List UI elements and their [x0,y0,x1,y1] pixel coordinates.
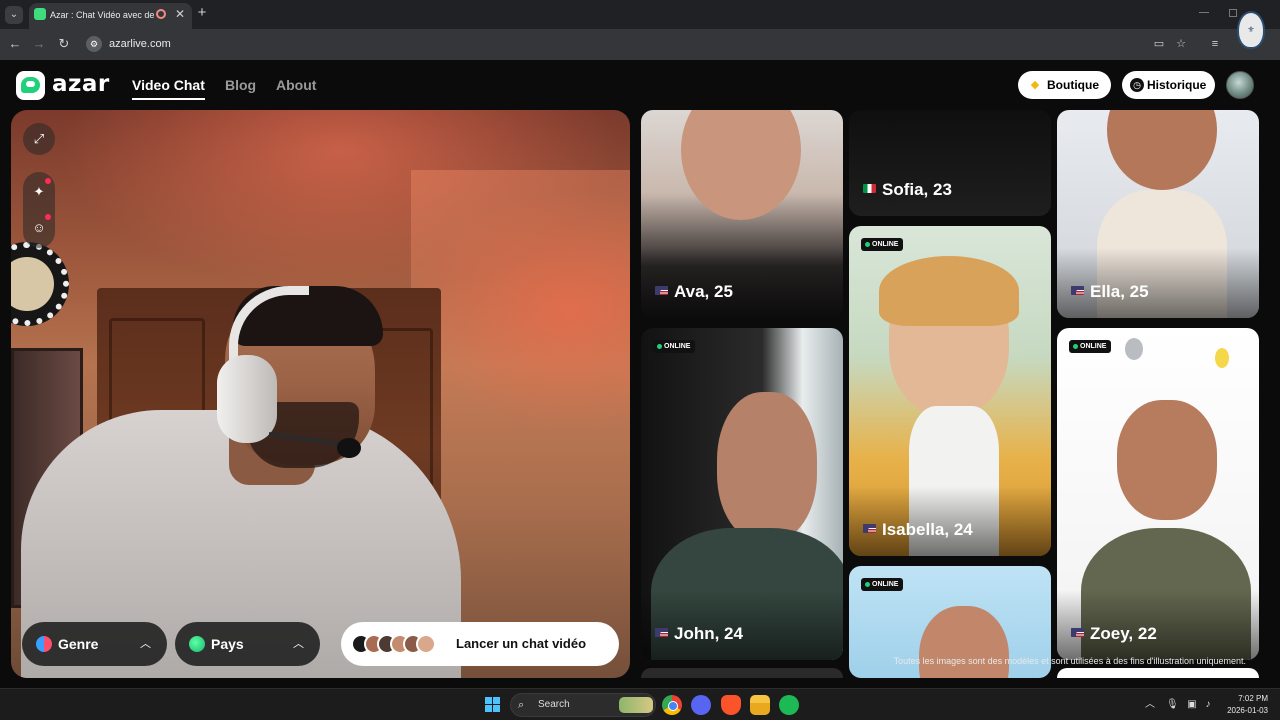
logo-text[interactable]: azar [52,69,110,99]
gender-icon [36,636,52,652]
historique-button[interactable]: ◷ Historique [1122,71,1215,99]
online-badge: ONLINE [653,340,696,353]
flag-us-icon [655,286,668,295]
profile-card-ava[interactable]: Ava, 25 [641,110,843,318]
search-highlight-art [619,697,653,713]
diamond-icon: ◆ [1030,79,1040,91]
chevron-up-icon: ︿ [293,638,304,650]
profile-card-isabella[interactable]: ONLINE Isabella, 24 [849,226,1051,556]
site-info-icon[interactable]: ⚙ [86,36,102,52]
profile-card-partial[interactable] [1057,668,1259,678]
tab-title: Azar : Chat Vidéo avec de n [50,10,154,20]
effects-notification-dot [45,178,51,184]
microphone-icon[interactable]: 🎙 [1166,697,1179,713]
reading-list-icon[interactable]: ≡ [1208,37,1222,51]
browser-tabstrip: ⌄ Azar : Chat Vidéo avec de n ✕ + [0,0,1280,29]
back-arrow-icon[interactable]: ← [6,35,24,53]
azar-logo-icon[interactable] [16,71,45,100]
boutique-label: Boutique [1047,78,1099,92]
chevron-up-icon: ︿ [140,638,151,650]
file-explorer-icon[interactable] [750,695,770,715]
profile-grid: Ava, 25 ONLINE John, 24 Sofia, 23 ONLINE… [640,110,1260,678]
effects-toolbar: ✦ ☺ [23,172,55,248]
avatar-stack [351,634,441,654]
spotify-icon[interactable] [779,695,799,715]
tab-search-icon[interactable]: ⌄ [5,6,23,24]
profile-name: Ella, 25 [1071,282,1149,302]
profile-crest-icon[interactable]: ⚜ [1237,11,1265,49]
tab-close-icon[interactable]: ✕ [173,6,187,22]
user-avatar[interactable] [1226,71,1254,99]
taskbar-date[interactable]: 2026-01-03 [1216,705,1268,716]
nav-about[interactable]: About [276,74,316,96]
online-badge: ONLINE [861,238,904,251]
omnibox[interactable]: ⚙ azarlive.com [80,33,1200,55]
window-minimize-icon[interactable] [1199,12,1209,22]
bookmark-star-icon[interactable]: ☆ [1174,37,1188,51]
volume-icon[interactable]: ♪ [1202,697,1214,713]
genre-label: Genre [58,636,99,652]
azar-favicon-icon [34,8,46,20]
windows-start-icon[interactable] [485,697,501,713]
url-text[interactable]: azarlive.com [109,36,171,52]
forward-arrow-icon[interactable]: → [30,35,48,53]
profile-name: Sofia, 23 [863,180,952,200]
search-icon: ⌕ [518,699,525,711]
clock-icon: ◷ [1130,78,1144,92]
pays-filter-button[interactable]: Pays ︿ [175,622,320,666]
avatar-thumb [416,634,436,654]
flag-us-icon [655,628,668,637]
discord-icon[interactable] [691,695,711,715]
flag-us-icon [1071,628,1084,637]
taskbar-time[interactable]: 7:02 PM [1226,693,1268,704]
window-maximize-icon[interactable] [1229,9,1237,17]
network-icon[interactable]: ▣ [1186,697,1198,713]
chrome-icon[interactable] [662,695,682,715]
windows-taskbar: ⌕ Search ︿ 🎙 ▣ ♪ 7:02 PM 2026-01-03 [0,688,1280,720]
profile-card-sofia[interactable]: Sofia, 23 [849,110,1051,216]
taskbar-search-box[interactable]: ⌕ Search [510,693,656,717]
profile-name: John, 24 [655,624,743,644]
illustration-disclaimer: Toutes les images sont des modèles et so… [893,656,1246,666]
profile-name: Isabella, 24 [863,520,973,540]
profile-card-partial[interactable] [641,668,843,678]
online-badge: ONLINE [1069,340,1112,353]
launch-label: Lancer un chat vidéo [456,636,587,651]
app-header: azar Video Chat Blog About ◆ Boutique ◷ … [0,60,1280,110]
cast-icon[interactable]: ▭ [1152,37,1166,51]
taskbar-search-label: Search [538,699,570,710]
boutique-button[interactable]: ◆ Boutique [1018,71,1111,99]
profile-card-john[interactable]: ONLINE John, 24 [641,328,843,660]
browser-tab-azar[interactable]: Azar : Chat Vidéo avec de n ✕ [29,3,192,29]
profile-card-zoey[interactable]: ONLINE Zoey, 22 [1057,328,1259,660]
flag-us-icon [863,524,876,533]
launch-video-chat-button[interactable]: Lancer un chat vidéo [341,622,619,666]
camera-preview: ⤢ ✦ ☺ Genre ︿ Pays ︿ Lancer un chat vidé… [11,110,630,678]
genre-filter-button[interactable]: Genre ︿ [22,622,167,666]
expand-camera-icon[interactable]: ⤢ [23,123,55,155]
face-filter-notification-dot [45,214,51,220]
wall-clock [11,242,69,326]
online-badge: ONLINE [861,578,904,591]
nav-blog[interactable]: Blog [225,74,256,96]
flag-it-icon [863,184,876,193]
address-bar: ← → ↻ ⚙ azarlive.com ▭ ☆ ≡ [0,29,1280,60]
reload-icon[interactable]: ↻ [55,35,73,53]
brave-icon[interactable] [721,695,741,715]
recording-indicator-icon [156,9,166,19]
tray-overflow-chevron-icon[interactable]: ︿ [1144,696,1156,714]
flag-us-icon [1071,286,1084,295]
profile-name: Zoey, 22 [1071,624,1157,644]
historique-label: Historique [1147,78,1207,92]
nav-video-chat[interactable]: Video Chat [132,74,205,100]
pays-label: Pays [211,636,244,652]
profile-card-ella[interactable]: Ella, 25 [1057,110,1259,318]
profile-name: Ava, 25 [655,282,733,302]
globe-icon [189,636,205,652]
new-tab-icon[interactable]: + [195,4,209,22]
